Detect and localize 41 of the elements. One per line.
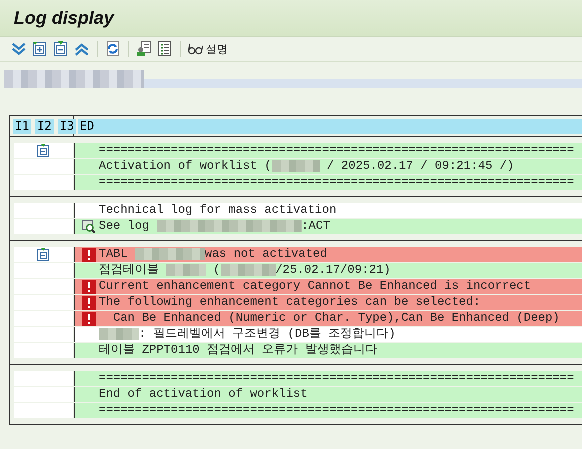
log-line: See log :ACT — [99, 219, 330, 234]
log-line: : 필드레벨에서 구조변경 (DB를 조정합니다) — [99, 327, 396, 342]
window-title: Log display — [14, 8, 114, 28]
log-line: Activation of worklist ( / 2025.02.17 / 09:21:45 /) — [99, 159, 514, 174]
person-card-icon[interactable] — [135, 40, 153, 58]
error-icon — [82, 248, 96, 262]
column-header: I1 — [13, 118, 32, 134]
log-line: 점검테이블 ( /25.02.17/09:21) — [99, 263, 391, 278]
log-line: ================================================================== — [99, 175, 574, 190]
row-marker-cell — [14, 311, 73, 326]
row-marker-cell — [14, 403, 73, 418]
log-line: Can Be Enhanced (Numeric or Char. Type),Can Be Enhanced (Deep) — [112, 311, 560, 326]
log-line: TABL was not activated — [99, 247, 328, 262]
log-line: Technical log for mass activation — [99, 203, 337, 218]
tree-node-icon[interactable] — [36, 143, 51, 158]
row-marker-cell — [14, 295, 73, 310]
log-line: Current enhancement category Cannot Be Enhanced is incorrect — [99, 279, 532, 294]
page-plus-icon[interactable] — [31, 40, 49, 58]
log-line: The following enhancement categories can be selected: — [99, 295, 481, 310]
row-marker-cell — [14, 343, 73, 358]
log-line: 테이블 ZPPT0110 점검에서 오류가 발생했습니다 — [99, 343, 378, 358]
log-line: ================================================================== — [99, 371, 574, 386]
row-marker-cell — [14, 219, 73, 234]
log-line: ================================================================== — [99, 143, 574, 158]
error-icon — [82, 280, 96, 294]
column-header: I3 — [58, 118, 76, 134]
error-icon — [82, 296, 96, 310]
double-chevron-down-icon[interactable] — [10, 40, 28, 58]
row-marker-cell — [14, 387, 73, 402]
column-header: I2 — [35, 118, 54, 134]
list-icon[interactable] — [156, 40, 174, 58]
row-marker-cell — [14, 175, 73, 190]
help-button[interactable]: 설명 — [187, 40, 229, 58]
column-header: ED — [78, 118, 582, 134]
magnifier-icon[interactable] — [82, 220, 96, 234]
row-marker-cell — [14, 279, 73, 294]
log-line: ================================================================== — [99, 403, 574, 418]
log-line: End of activation of worklist — [99, 387, 308, 402]
tree-node-icon[interactable] — [36, 247, 51, 262]
page-minus-icon[interactable] — [52, 40, 70, 58]
glasses-icon — [188, 41, 204, 57]
